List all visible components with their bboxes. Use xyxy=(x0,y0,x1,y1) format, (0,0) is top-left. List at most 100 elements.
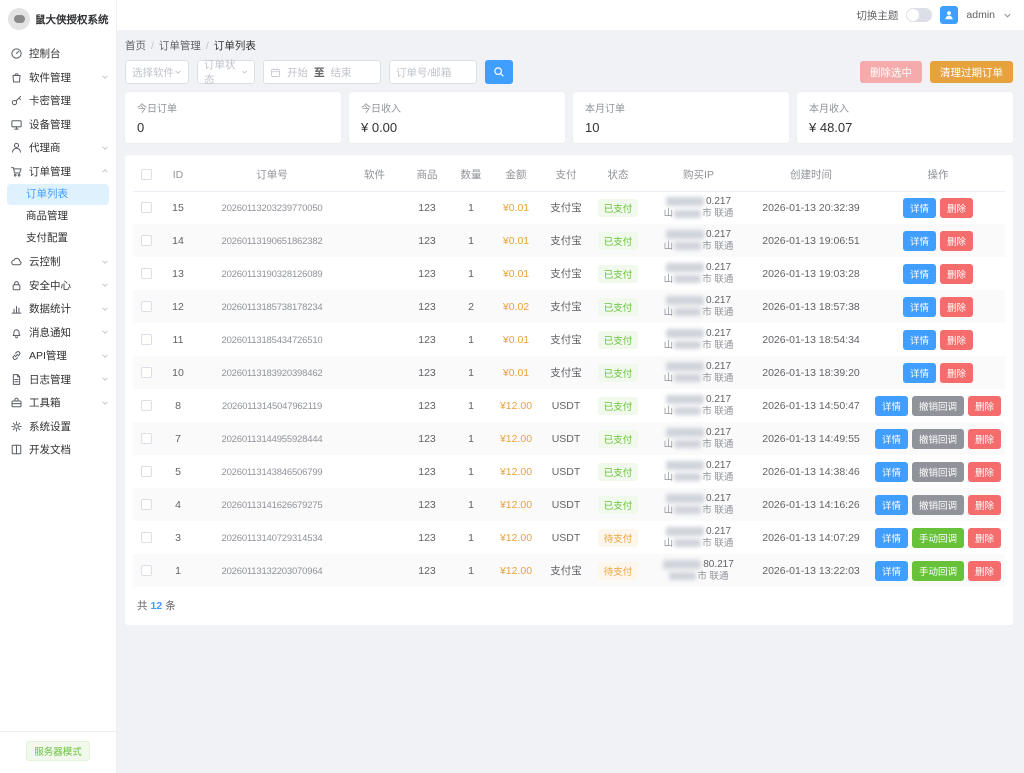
key-icon xyxy=(10,94,23,107)
search-input[interactable]: 订单号/邮箱 xyxy=(389,60,477,84)
manual-button[interactable]: 手动回调 xyxy=(911,560,964,581)
loc-right: 市 联通 xyxy=(702,439,734,450)
detail-button[interactable]: 详情 xyxy=(902,329,936,350)
chevron-down-icon xyxy=(101,281,109,289)
loc-censored xyxy=(674,506,702,515)
delete-button[interactable]: 删除 xyxy=(968,461,1002,482)
sidebar-item-工具箱[interactable]: 工具箱 xyxy=(0,391,116,415)
row-checkbox[interactable] xyxy=(140,367,152,379)
detail-button[interactable]: 详情 xyxy=(874,560,908,581)
status-badge: 已支付 xyxy=(597,297,639,316)
actions-cell: 详情 撤销回调 删除 xyxy=(871,422,1005,455)
payment-cell: USDT xyxy=(551,465,581,478)
row-checkbox[interactable] xyxy=(140,334,152,346)
order-id: 4 xyxy=(175,498,181,511)
delete-selected-button[interactable]: 删除选中 xyxy=(860,61,922,83)
row-checkbox[interactable] xyxy=(140,235,152,247)
sidebar-item-软件管理[interactable]: 软件管理 xyxy=(0,66,116,90)
row-checkbox[interactable] xyxy=(140,268,152,280)
ip-tail: 0.217 xyxy=(705,526,732,537)
sidebar-item-数据统计[interactable]: 数据统计 xyxy=(0,297,116,321)
row-checkbox[interactable] xyxy=(140,532,152,544)
detail-button[interactable]: 详情 xyxy=(874,395,908,416)
loc-censored xyxy=(674,440,702,449)
actions-cell: 详情 撤销回调 删除 xyxy=(871,389,1005,422)
sidebar-item-API管理[interactable]: API管理 xyxy=(0,344,116,368)
clean-expired-orders-button[interactable]: 清理过期订单 xyxy=(930,61,1013,83)
theme-toggle[interactable] xyxy=(906,8,933,22)
sidebar-item-控制台[interactable]: 控制台 xyxy=(0,42,116,66)
calendar-icon xyxy=(271,67,280,77)
logo-row: 鼠大侠授权系统 xyxy=(0,0,116,40)
date-range-picker[interactable]: 开始 至 结束 xyxy=(263,60,381,84)
table-row: 10 20260113183920398462 123 1 ¥0.01 支付宝 已支付 0.2… xyxy=(133,356,1005,389)
row-checkbox[interactable] xyxy=(140,400,152,412)
detail-button[interactable]: 详情 xyxy=(874,527,908,548)
software-select[interactable]: 选择软件 xyxy=(125,60,189,84)
delete-button[interactable]: 删除 xyxy=(968,395,1002,416)
user-avatar[interactable] xyxy=(940,6,959,24)
order-status-select[interactable]: 订单状态 xyxy=(197,59,255,86)
breadcrumb-home[interactable]: 首页 xyxy=(125,38,146,53)
row-checkbox[interactable] xyxy=(140,565,152,577)
detail-button[interactable]: 详情 xyxy=(902,362,936,383)
row-checkbox[interactable] xyxy=(140,433,152,445)
order-number: 20260113141626679275 xyxy=(221,499,323,511)
delete-button[interactable]: 删除 xyxy=(968,428,1002,449)
row-checkbox[interactable] xyxy=(140,466,152,478)
chevron-down-icon[interactable] xyxy=(1003,11,1012,20)
sidebar-item-安全中心[interactable]: 安全中心 xyxy=(0,274,116,298)
detail-button[interactable]: 详情 xyxy=(902,296,936,317)
status-badge: 已支付 xyxy=(597,198,639,217)
detail-button[interactable]: 详情 xyxy=(902,263,936,284)
sidebar-item-系统设置[interactable]: 系统设置 xyxy=(0,415,116,439)
revoke-button[interactable]: 撤销回调 xyxy=(911,395,964,416)
username[interactable]: admin xyxy=(966,9,995,21)
delete-button[interactable]: 删除 xyxy=(940,296,974,317)
sidebar-item-日志管理[interactable]: 日志管理 xyxy=(0,368,116,392)
stat-card: 今日订单 0 xyxy=(125,92,341,143)
sidebar-item-订单管理[interactable]: 订单管理 xyxy=(0,160,116,184)
sidebar-subitem-商品管理[interactable]: 商品管理 xyxy=(7,206,109,227)
row-checkbox[interactable] xyxy=(140,202,152,214)
manual-button[interactable]: 手动回调 xyxy=(911,527,964,548)
sidebar-item-设备管理[interactable]: 设备管理 xyxy=(0,113,116,137)
sidebar-item-消息通知[interactable]: 消息通知 xyxy=(0,321,116,345)
breadcrumb-order-mgmt[interactable]: 订单管理 xyxy=(159,38,201,53)
delete-button[interactable]: 删除 xyxy=(940,230,974,251)
search-button[interactable] xyxy=(485,60,513,84)
loc-left: 山 xyxy=(663,406,674,417)
sidebar-subitem-订单列表[interactable]: 订单列表 xyxy=(7,184,109,205)
detail-button[interactable]: 详情 xyxy=(874,461,908,482)
detail-button[interactable]: 详情 xyxy=(902,197,936,218)
row-checkbox[interactable] xyxy=(140,499,152,511)
delete-button[interactable]: 删除 xyxy=(940,197,974,218)
order-table-card: ID 订单号 软件 商品 数量 金额 支付 状态 购买IP 创建时间 操作 15 2026011320… xyxy=(125,155,1013,625)
delete-button[interactable]: 删除 xyxy=(940,263,974,284)
sidebar-subitem-支付配置[interactable]: 支付配置 xyxy=(7,228,109,249)
detail-button[interactable]: 详情 xyxy=(902,230,936,251)
delete-button[interactable]: 删除 xyxy=(940,362,974,383)
sidebar-menu: 控制台 软件管理 卡密管理 设备管理 代理商 订单管理 订单列表 商品管理 支付配置 云控制 安全中… xyxy=(0,40,116,731)
sidebar-item-代理商[interactable]: 代理商 xyxy=(0,136,116,160)
delete-button[interactable]: 删除 xyxy=(968,494,1002,515)
revoke-button[interactable]: 撤销回调 xyxy=(911,428,964,449)
revoke-button[interactable]: 撤销回调 xyxy=(911,461,964,482)
sidebar-item-开发文档[interactable]: 开发文档 xyxy=(0,438,116,462)
amount-cell: ¥0.01 xyxy=(502,333,530,346)
order-id: 15 xyxy=(172,201,184,214)
select-all-checkbox[interactable] xyxy=(140,169,152,181)
created-time-cell: 2026-01-13 13:22:03 xyxy=(762,564,860,577)
delete-button[interactable]: 删除 xyxy=(940,329,974,350)
row-checkbox[interactable] xyxy=(140,301,152,313)
delete-button[interactable]: 删除 xyxy=(968,527,1002,548)
detail-button[interactable]: 详情 xyxy=(874,494,908,515)
sidebar-item-云控制[interactable]: 云控制 xyxy=(0,250,116,274)
docs-icon xyxy=(10,443,23,456)
sidebar-item-卡密管理[interactable]: 卡密管理 xyxy=(0,89,116,113)
delete-button[interactable]: 删除 xyxy=(968,560,1002,581)
order-id: 1 xyxy=(175,564,181,577)
revoke-button[interactable]: 撤销回调 xyxy=(911,494,964,515)
loc-left: 山 xyxy=(663,538,674,549)
detail-button[interactable]: 详情 xyxy=(874,428,908,449)
